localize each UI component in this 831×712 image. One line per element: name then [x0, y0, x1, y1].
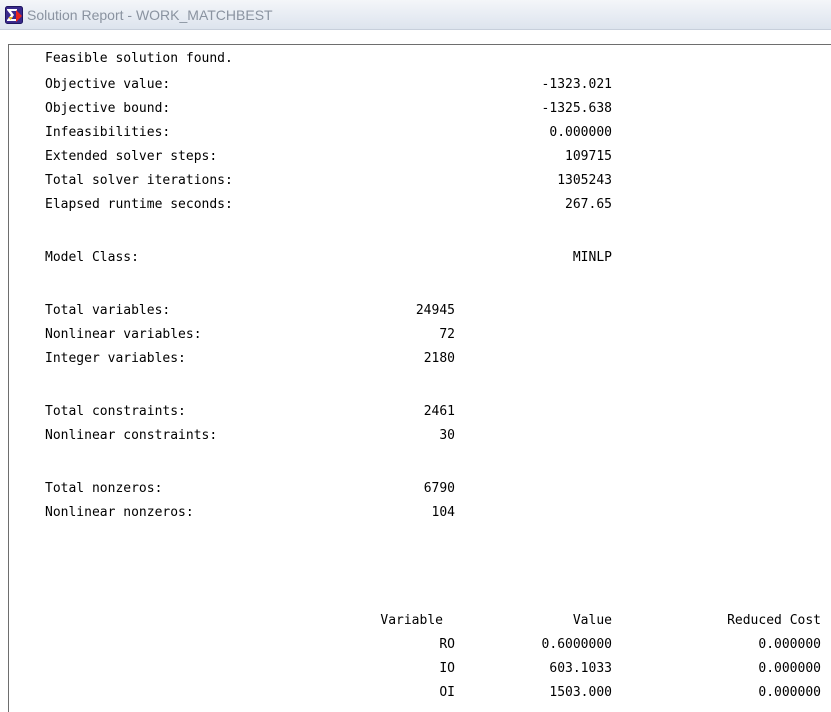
- summary-label: Infeasibilities:: [45, 125, 171, 140]
- table-header-variable: Variable: [380, 613, 443, 628]
- variables-value: 2180: [423, 351, 455, 366]
- table-row-variable: IO: [439, 661, 455, 676]
- variables-value: 24945: [415, 303, 455, 318]
- summary-label: Objective value:: [45, 77, 171, 92]
- table-row-variable: RO: [439, 637, 455, 652]
- variables-label: Total variables:: [45, 303, 171, 318]
- nonzeros-label: Nonlinear nonzeros:: [45, 505, 194, 520]
- summary-value: -1325.638: [541, 101, 612, 116]
- table-header-value: Value: [572, 613, 612, 628]
- table-row-reduced-cost: 0.000000: [758, 637, 821, 652]
- constraints-label: Nonlinear constraints:: [45, 428, 218, 443]
- summary-label: Elapsed runtime seconds:: [45, 197, 233, 212]
- constraints-value: 2461: [423, 404, 455, 419]
- model-class-value: MINLP: [572, 250, 612, 265]
- summary-label: Objective bound:: [45, 101, 171, 116]
- table-row-value: 1503.000: [549, 685, 612, 700]
- table-row-value: 603.1033: [549, 661, 612, 676]
- summary-value: 109715: [565, 149, 612, 164]
- summary-label: Extended solver steps:: [45, 149, 218, 164]
- summary-value: 1305243: [557, 173, 612, 188]
- model-class-label: Model Class:: [45, 250, 139, 265]
- table-row-variable: OI: [439, 685, 455, 700]
- status-line: Feasible solution found.: [45, 51, 233, 66]
- report-text-area[interactable]: Feasible solution found. Objective value…: [8, 44, 831, 712]
- table-header-reduced-cost: Reduced Cost: [727, 613, 821, 628]
- table-row-value: 0.6000000: [541, 637, 612, 652]
- summary-value: -1323.021: [541, 77, 612, 92]
- summary-value: 267.65: [565, 197, 612, 212]
- constraints-value: 30: [439, 428, 455, 443]
- nonzeros-label: Total nonzeros:: [45, 481, 163, 496]
- table-row-reduced-cost: 0.000000: [758, 685, 821, 700]
- summary-value: 0.000000: [549, 125, 612, 140]
- nonzeros-value: 104: [431, 505, 455, 520]
- nonzeros-value: 6790: [423, 481, 455, 496]
- summary-label: Total solver iterations:: [45, 173, 233, 188]
- solution-report-window: Solution Report - WORK_MATCHBEST Feasibl…: [0, 0, 831, 712]
- variables-value: 72: [439, 327, 455, 342]
- variables-label: Integer variables:: [45, 351, 186, 366]
- lingo-sigma-icon: [5, 6, 23, 24]
- title-bar[interactable]: Solution Report - WORK_MATCHBEST: [0, 0, 831, 30]
- table-row-reduced-cost: 0.000000: [758, 661, 821, 676]
- window-title: Solution Report - WORK_MATCHBEST: [27, 7, 273, 23]
- variables-label: Nonlinear variables:: [45, 327, 202, 342]
- constraints-label: Total constraints:: [45, 404, 186, 419]
